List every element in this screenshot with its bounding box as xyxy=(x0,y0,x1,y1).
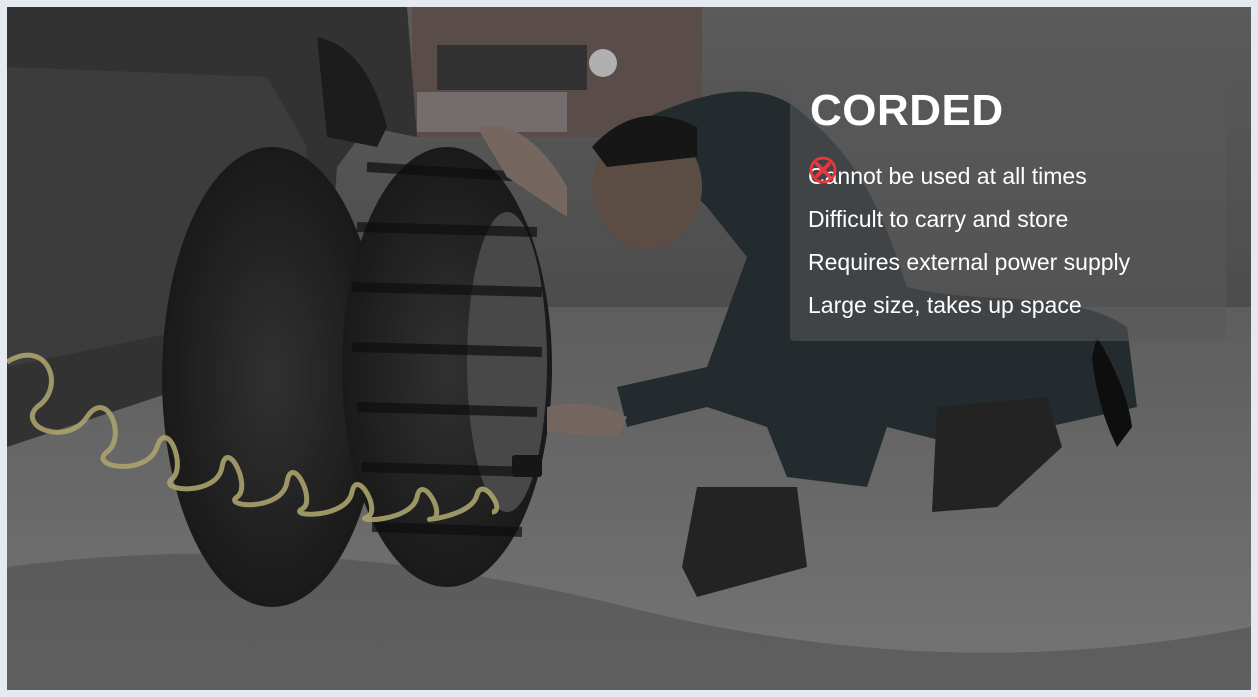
corded-cons-panel: CORDED Cannot be used at all times Diffi… xyxy=(790,65,1226,341)
cons-list: Cannot be used at all times Difficult to… xyxy=(808,155,1130,327)
con-label: Large size, takes up space xyxy=(808,292,1082,318)
panel-title: CORDED xyxy=(810,86,1004,135)
con-label: Requires external power supply xyxy=(808,249,1131,275)
con-label: Difficult to carry and store xyxy=(808,206,1069,232)
con-label: Cannot be used at all times xyxy=(808,163,1087,189)
list-item: Difficult to carry and store xyxy=(808,156,1130,241)
list-item: Cannot be used at all times xyxy=(808,155,1130,198)
background-photo: CORDED Cannot be used at all times Diffi… xyxy=(7,7,1251,690)
list-item: Large size, takes up space xyxy=(808,156,1130,327)
list-item: Requires external power supply xyxy=(808,156,1131,284)
red-x-icon xyxy=(809,156,837,184)
slide-frame: CORDED Cannot be used at all times Diffi… xyxy=(0,0,1258,697)
